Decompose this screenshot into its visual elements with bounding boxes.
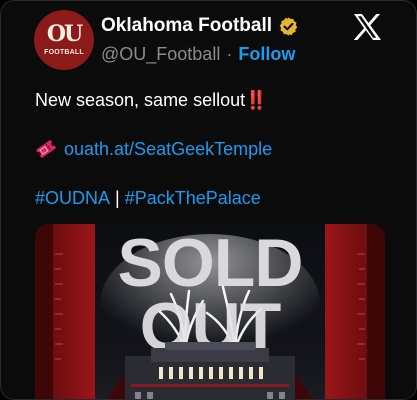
handle-row: @OU_Football · Follow [101, 43, 295, 65]
avatar-logo-sub: FOOTBALL [44, 49, 84, 56]
sold-out-stadium-graphic: SOLD OUT [35, 224, 385, 399]
display-name[interactable]: Oklahoma Football [101, 15, 272, 37]
hashtag-oudna[interactable]: #OUDNA [35, 188, 110, 208]
ticket-icon [36, 140, 56, 158]
tweet-hashtags: #OUDNA | #PackThePalace [35, 187, 261, 209]
tweet-text: New season, same sellout [35, 90, 246, 110]
handle-separator: · [226, 44, 233, 64]
double-exclamation-emoji: ‼️ [245, 90, 267, 110]
hashtag-packthepalace[interactable]: #PackThePalace [125, 188, 261, 208]
avatar-logo: OU [46, 21, 83, 47]
tweet-link-line: ouath.at/SeatGeekTemple [35, 138, 272, 160]
name-row: Oklahoma Football [101, 15, 299, 37]
tweet-media-image[interactable]: SOLD OUT [35, 224, 385, 399]
handle[interactable]: @OU_Football [101, 43, 220, 65]
tweet-link[interactable]: ouath.at/SeatGeekTemple [64, 138, 272, 160]
follow-button[interactable]: Follow [238, 43, 295, 65]
x-logo-icon[interactable] [352, 13, 382, 41]
avatar[interactable]: OU FOOTBALL [34, 10, 94, 70]
verified-badge-icon [279, 16, 298, 36]
tweet-card: OU FOOTBALL Oklahoma Football @OU_Footba… [0, 0, 417, 400]
hashtag-separator: | [115, 188, 120, 208]
tweet-text-line1: New season, same sellout‼️ [35, 89, 268, 111]
